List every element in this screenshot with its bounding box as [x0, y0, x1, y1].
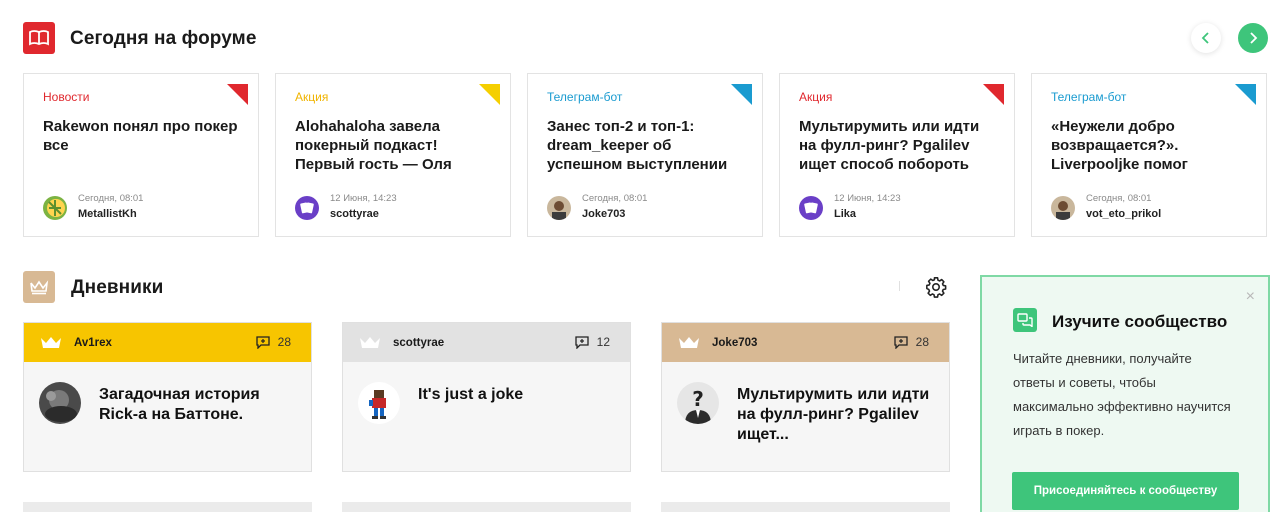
forum-card[interactable]: Акция Alohahaloha завела покерный подкас…: [275, 73, 511, 237]
forum-card[interactable]: Акция Мультирумить или идти на фулл-ринг…: [779, 73, 1015, 237]
diary-card-stub: [342, 502, 631, 512]
diary-card-stub: [661, 502, 950, 512]
divider: [899, 281, 900, 291]
community-title: Изучите сообщество: [1052, 312, 1228, 331]
avatar: [358, 382, 400, 424]
forum-card-title[interactable]: Alohahaloha завела покерный подкаст! Пер…: [295, 117, 495, 174]
forum-card-title[interactable]: «Неужели добро возвращается?». Liverpool…: [1051, 117, 1251, 174]
diaries-section-title: Дневники: [71, 277, 164, 298]
carousel-prev-button[interactable]: [1191, 23, 1221, 53]
category-corner-flag: [1235, 84, 1256, 105]
settings-gear-icon[interactable]: [925, 276, 947, 298]
forum-card-date: 12 Июня, 14:23: [834, 193, 901, 204]
forum-card-category: Телеграм-бот: [1051, 90, 1127, 104]
comment-count-value: 28: [277, 335, 291, 349]
crown-icon: [23, 271, 55, 303]
chevron-right-icon: [1250, 32, 1258, 44]
diary-card-title[interactable]: Загадочная история Rick-a на Баттоне.: [99, 385, 294, 425]
category-corner-flag: [983, 84, 1004, 105]
comment-icon: [574, 335, 589, 349]
forum-card-category: Акция: [799, 90, 833, 104]
diary-author[interactable]: scottyrae: [393, 337, 444, 349]
forum-card-title[interactable]: Занес топ-2 и топ-1: dream_keeper об усп…: [547, 117, 747, 174]
crown-icon: [41, 336, 61, 348]
join-community-button[interactable]: Присоединяйтесь к сообществу: [1012, 472, 1239, 510]
forum-card-date: Сегодня, 08:01: [1086, 193, 1152, 204]
diary-card-title[interactable]: It's just a joke: [418, 385, 613, 405]
chevron-left-icon: [1201, 32, 1209, 44]
community-panel: × Изучите сообщество Читайте дневники, п…: [980, 275, 1270, 512]
forum-card-author[interactable]: scottyrae: [330, 208, 379, 220]
comment-count-value: 12: [596, 335, 610, 349]
comment-count: 12: [574, 335, 610, 349]
comment-count: 28: [255, 335, 291, 349]
diary-card[interactable]: scottyrae 12 It's just a joke: [342, 322, 631, 472]
svg-text:?: ?: [692, 387, 704, 411]
forum-card-date: Сегодня, 08:01: [582, 193, 648, 204]
forum-card-category: Акция: [295, 90, 329, 104]
close-icon[interactable]: ×: [1246, 288, 1255, 306]
comment-count: 28: [893, 335, 929, 349]
crown-icon: [679, 336, 699, 348]
avatar: [39, 382, 81, 424]
forum-book-icon: [23, 22, 55, 54]
forum-card-title[interactable]: Rakewon понял про покер все: [43, 117, 243, 155]
category-corner-flag: [479, 84, 500, 105]
forum-card-date: Сегодня, 08:01: [78, 193, 144, 204]
forum-card-author[interactable]: Lika: [834, 208, 856, 220]
diary-author[interactable]: Av1rex: [74, 337, 112, 349]
chat-bubbles-icon: [1013, 308, 1037, 332]
forum-card-author[interactable]: vot_eto_prikol: [1086, 208, 1161, 220]
comment-icon: [893, 335, 908, 349]
avatar: [295, 196, 319, 220]
forum-card-category: Телеграм-бот: [547, 90, 623, 104]
forum-card[interactable]: Новости Rakewon понял про покер все Сего…: [23, 73, 259, 237]
category-corner-flag: [227, 84, 248, 105]
avatar: [1051, 196, 1075, 220]
comment-icon: [255, 335, 270, 349]
forum-card[interactable]: Телеграм-бот «Неужели добро возвращается…: [1031, 73, 1267, 237]
category-corner-flag: [731, 84, 752, 105]
crown-icon: [360, 336, 380, 348]
carousel-next-button[interactable]: [1238, 23, 1268, 53]
diary-card-header: scottyrae 12: [343, 323, 630, 362]
diary-card[interactable]: Av1rex 28 Загадочная история Rick-a на Б…: [23, 322, 312, 472]
diary-card-header: Av1rex 28: [24, 323, 311, 362]
forum-card-date: 12 Июня, 14:23: [330, 193, 397, 204]
comment-count-value: 28: [915, 335, 929, 349]
avatar: [43, 196, 67, 220]
forum-card[interactable]: Телеграм-бот Занес топ-2 и топ-1: dream_…: [527, 73, 763, 237]
avatar: ?: [677, 382, 719, 424]
diary-card-title[interactable]: Мультирумить или идти на фулл-ринг? Pgal…: [737, 385, 932, 445]
diary-card[interactable]: Joke703 28 ? Мультирумить или идти на фу…: [661, 322, 950, 472]
diary-card-stub: [23, 502, 312, 512]
forum-card-author[interactable]: Joke703: [582, 208, 625, 220]
forum-section-title: Сегодня на форуме: [70, 28, 257, 49]
diary-author[interactable]: Joke703: [712, 337, 757, 349]
diary-card-header: Joke703 28: [662, 323, 949, 362]
avatar: [547, 196, 571, 220]
forum-card-author[interactable]: MetallistKh: [78, 208, 137, 220]
community-description: Читайте дневники, получайте ответы и сов…: [1013, 351, 1231, 438]
avatar: [799, 196, 823, 220]
forum-card-category: Новости: [43, 90, 90, 104]
forum-card-title[interactable]: Мультирумить или идти на фулл-ринг? Pgal…: [799, 117, 999, 174]
